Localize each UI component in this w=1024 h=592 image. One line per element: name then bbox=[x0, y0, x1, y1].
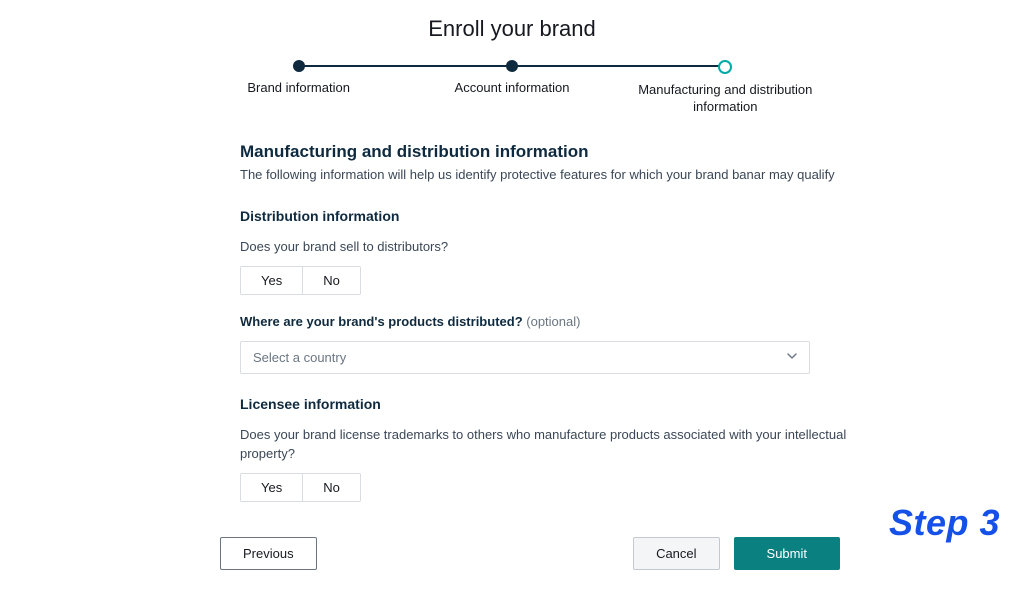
distribution-q1-choices: Yes No bbox=[240, 266, 361, 295]
cancel-button[interactable]: Cancel bbox=[633, 537, 719, 570]
overlay-step-label: Step 3 bbox=[889, 502, 1000, 544]
country-select[interactable]: Select a country bbox=[240, 341, 810, 374]
distribution-q2-label: Where are your brand's products distribu… bbox=[240, 314, 523, 329]
main-content: Manufacturing and distribution informati… bbox=[240, 142, 860, 502]
step-3: Manufacturing and distribution informati… bbox=[619, 60, 832, 116]
distribution-q2-optional: (optional) bbox=[526, 314, 580, 329]
distribution-q1-yes-button[interactable]: Yes bbox=[241, 267, 303, 294]
section-title: Manufacturing and distribution informati… bbox=[240, 142, 860, 162]
distribution-q1-no-button[interactable]: No bbox=[303, 267, 360, 294]
step-1: Brand information bbox=[192, 60, 405, 97]
page-title: Enroll your brand bbox=[20, 16, 1004, 42]
footer-actions: Previous Cancel Submit bbox=[220, 537, 840, 570]
footer-right-group: Cancel Submit bbox=[633, 537, 840, 570]
step-node-icon bbox=[506, 60, 518, 72]
step-node-icon bbox=[293, 60, 305, 72]
country-select-placeholder: Select a country bbox=[253, 350, 346, 365]
step-connector bbox=[299, 65, 512, 67]
step-node-active-icon bbox=[718, 60, 732, 74]
licensee-q1-choices: Yes No bbox=[240, 473, 361, 502]
section-description: The following information will help us i… bbox=[240, 166, 860, 184]
previous-button[interactable]: Previous bbox=[220, 537, 317, 570]
step-3-label: Manufacturing and distribution informati… bbox=[635, 82, 815, 116]
step-connector bbox=[512, 65, 725, 67]
licensee-q1: Does your brand license trademarks to ot… bbox=[240, 426, 860, 462]
step-1-label: Brand information bbox=[247, 80, 350, 97]
step-2-label: Account information bbox=[455, 80, 570, 97]
licensee-q1-yes-button[interactable]: Yes bbox=[241, 474, 303, 501]
distribution-q1: Does your brand sell to distributors? bbox=[240, 238, 860, 256]
stepper: Brand information Account information Ma… bbox=[192, 60, 832, 116]
chevron-down-icon bbox=[787, 353, 797, 363]
licensee-group-title: Licensee information bbox=[240, 396, 860, 412]
submit-button[interactable]: Submit bbox=[734, 537, 840, 570]
licensee-q1-no-button[interactable]: No bbox=[303, 474, 360, 501]
distribution-group-title: Distribution information bbox=[240, 208, 860, 224]
distribution-q2: Where are your brand's products distribu… bbox=[240, 313, 860, 331]
